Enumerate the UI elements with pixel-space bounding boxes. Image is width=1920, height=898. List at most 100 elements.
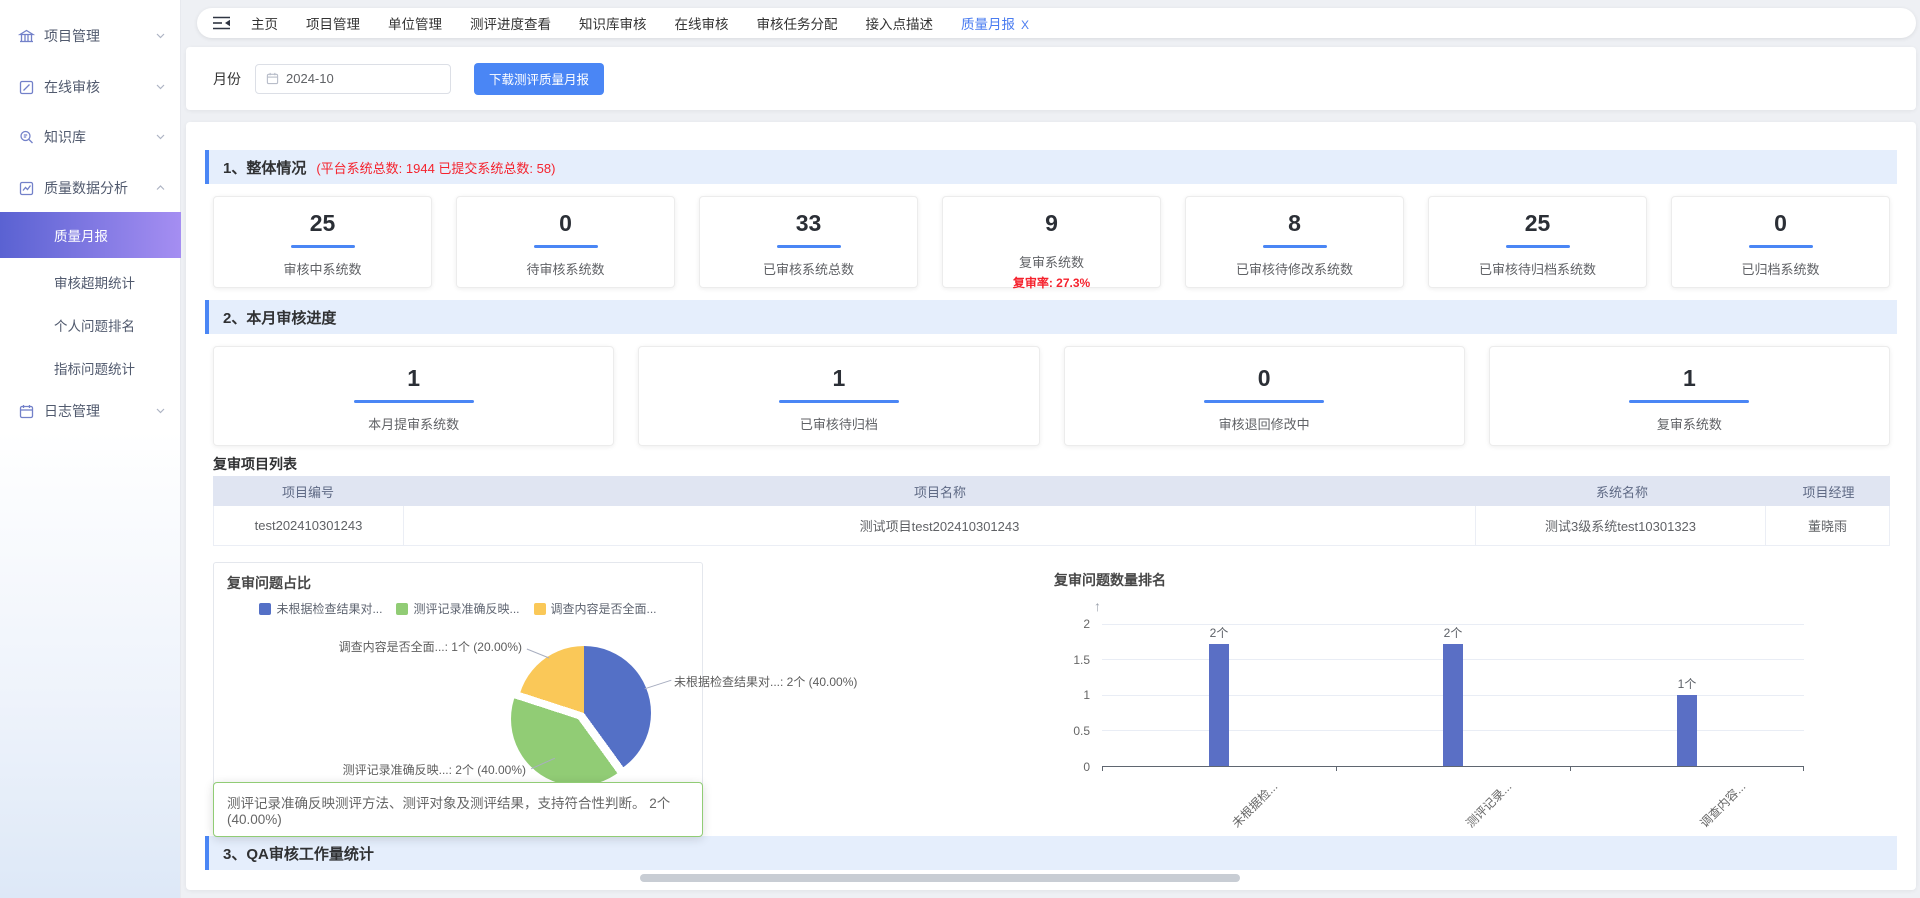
quality-monthly-report-page: 项目管理 在线审核 知识库 质量数据分析 质量月报 <box>0 0 1920 898</box>
tab-unit-management[interactable]: 单位管理 <box>388 13 442 33</box>
tab-access-point-description[interactable]: 接入点描述 <box>866 13 934 33</box>
stat-label: 已审核待归档 <box>800 414 878 433</box>
sidebar-item-label: 质量数据分析 <box>44 178 156 198</box>
month-label: 月份 <box>213 69 241 89</box>
tab-home[interactable]: 主页 <box>251 13 278 33</box>
stat-card-reviewed-to-archive: 25 已审核待归档系统数 <box>1428 196 1647 288</box>
sidebar-item-knowledge-base[interactable]: 知识库 <box>0 117 181 157</box>
section-1-header: 1、整体情况 (平台系统总数: 1944 已提交系统总数: 58) <box>205 150 1897 184</box>
tab-evaluation-progress[interactable]: 测评进度查看 <box>470 13 551 33</box>
tab-review-task-assignment[interactable]: 审核任务分配 <box>757 13 838 33</box>
y-tick: 1.5 <box>1046 653 1090 667</box>
stat-value: 8 <box>1288 210 1301 236</box>
re-review-rate: 复审率: 27.3% <box>1013 274 1090 291</box>
sidebar-item-quality-data-analysis[interactable]: 质量数据分析 <box>0 168 181 208</box>
stat-underline <box>534 245 598 248</box>
stat-label: 已归档系统数 <box>1741 259 1819 278</box>
chevron-up-icon <box>156 185 165 191</box>
top-tab-bar: 主页 项目管理 单位管理 测评进度查看 知识库审核 在线审核 审核任务分配 接入… <box>197 8 1916 38</box>
section-2-title: 2、本月审核进度 <box>223 307 336 328</box>
pie-graphic[interactable] <box>517 646 651 780</box>
month-picker[interactable] <box>255 64 451 94</box>
tab-label: 质量月报 <box>961 17 1015 32</box>
sidebar-subitem-personal-issue-ranking[interactable]: 个人问题排名 <box>0 305 181 345</box>
cell-system-name: 测试3级系统test10301323 <box>1476 506 1766 545</box>
sidebar-item-label: 在线审核 <box>44 77 156 97</box>
calendar-icon <box>266 72 279 85</box>
stat-underline <box>291 245 355 248</box>
stat-card-re-review-systems: 1 复审系统数 <box>1489 346 1890 446</box>
stat-underline <box>1204 400 1324 403</box>
stat-value: 33 <box>796 210 822 236</box>
review-projects-table: 项目编号 项目名称 系统名称 项目经理 test202410301243 测试项… <box>213 476 1890 546</box>
stat-underline <box>779 400 899 403</box>
pie-tooltip: 测评记录准确反映测评方法、测评对象及测评结果，支持符合性判断。 2个 (40.0… <box>213 782 703 837</box>
stat-card-under-review: 25 审核中系统数 <box>213 196 432 288</box>
bar-chart-title: 复审问题数量排名 <box>1054 570 1166 590</box>
horizontal-scrollbar-thumb[interactable] <box>640 874 1240 882</box>
chevron-down-icon <box>156 84 165 90</box>
filter-panel: 月份 下载测评质量月报 <box>186 47 1916 110</box>
cell-project-manager: 董晓雨 <box>1766 506 1889 545</box>
stat-underline <box>777 245 841 248</box>
col-project-id: 项目编号 <box>213 476 403 506</box>
x-category-label: 测评记录... <box>1462 778 1515 831</box>
stat-underline <box>1506 245 1570 248</box>
sidebar-item-project-management[interactable]: 项目管理 <box>0 16 181 56</box>
analysis-icon <box>18 180 35 197</box>
sidebar-subitem-quality-monthly-report[interactable]: 质量月报 <box>0 212 181 258</box>
chevron-down-icon <box>156 408 165 414</box>
legend-item[interactable]: 未根据检查结果对... <box>259 600 382 617</box>
sidebar-subitem-label: 质量月报 <box>54 225 108 245</box>
stat-underline <box>1629 400 1749 403</box>
table-row[interactable]: test202410301243 测试项目test202410301243 测试… <box>213 506 1890 546</box>
stat-label: 本月提审系统数 <box>368 414 459 433</box>
stat-value: 25 <box>310 210 336 236</box>
stat-underline <box>354 400 474 403</box>
pie-label-eval-record: 测评记录准确反映...: 2个 (40.00%) <box>214 761 526 778</box>
sidebar: 项目管理 在线审核 知识库 质量数据分析 质量月报 <box>0 0 181 898</box>
legend-item[interactable]: 测评记录准确反映... <box>396 600 519 617</box>
stat-card-submitted-this-month: 1 本月提审系统数 <box>213 346 614 446</box>
y-tick: 0 <box>1046 760 1090 774</box>
col-system-name: 系统名称 <box>1477 476 1767 506</box>
tab-close-icon[interactable]: X <box>1021 18 1029 32</box>
col-project-manager: 项目经理 <box>1767 476 1890 506</box>
month-input[interactable] <box>286 71 406 86</box>
tab-online-review[interactable]: 在线审核 <box>675 13 729 33</box>
legend-label: 调查内容是否全面... <box>551 600 657 617</box>
tab-knowledge-review[interactable]: 知识库审核 <box>579 13 647 33</box>
pie-legend-swatch <box>396 603 408 615</box>
pie-chart-title: 复审问题占比 <box>227 573 311 593</box>
y-axis-arrow: ↑ <box>1094 598 1101 614</box>
bar-value-label: 1个 <box>1678 675 1697 692</box>
stat-label: 已审核系统总数 <box>763 259 854 278</box>
section-2-header: 2、本月审核进度 <box>205 300 1897 334</box>
tab-quality-monthly-report-active[interactable]: 质量月报 X <box>961 13 1029 33</box>
section-3-header: 3、QA审核工作量统计 <box>205 836 1897 870</box>
bar[interactable] <box>1677 695 1697 766</box>
review-table-title: 复审项目列表 <box>213 454 297 474</box>
sidebar-item-log-management[interactable]: 日志管理 <box>0 391 181 431</box>
stat-card-pending-review: 0 待审核系统数 <box>456 196 675 288</box>
bar[interactable] <box>1209 644 1229 766</box>
download-report-button[interactable]: 下载测评质量月报 <box>474 63 604 95</box>
tab-project-management[interactable]: 项目管理 <box>306 13 360 33</box>
stat-label: 待审核系统数 <box>526 259 604 278</box>
bank-icon <box>18 28 35 45</box>
bar[interactable] <box>1443 644 1463 766</box>
stat-label: 审核退回修改中 <box>1219 414 1310 433</box>
section-1-subtitle: (平台系统总数: 1944 已提交系统总数: 58) <box>316 158 555 177</box>
bar-group: 1个 <box>1657 624 1717 766</box>
stat-value: 1 <box>1683 365 1696 391</box>
sidebar-subitem-review-overdue-stats[interactable]: 审核超期统计 <box>0 262 181 302</box>
sidebar-item-label: 项目管理 <box>44 26 156 46</box>
sidebar-subitem-indicator-issue-stats[interactable]: 指标问题统计 <box>0 348 181 388</box>
x-category-label: 未根据检... <box>1228 778 1281 831</box>
pie-legend-swatch <box>259 603 271 615</box>
collapse-menu-icon[interactable] <box>213 16 231 30</box>
sidebar-item-online-review[interactable]: 在线审核 <box>0 67 181 107</box>
section-3-title: 3、QA审核工作量统计 <box>223 843 374 864</box>
stat-value: 1 <box>832 365 845 391</box>
legend-item[interactable]: 调查内容是否全面... <box>534 600 657 617</box>
